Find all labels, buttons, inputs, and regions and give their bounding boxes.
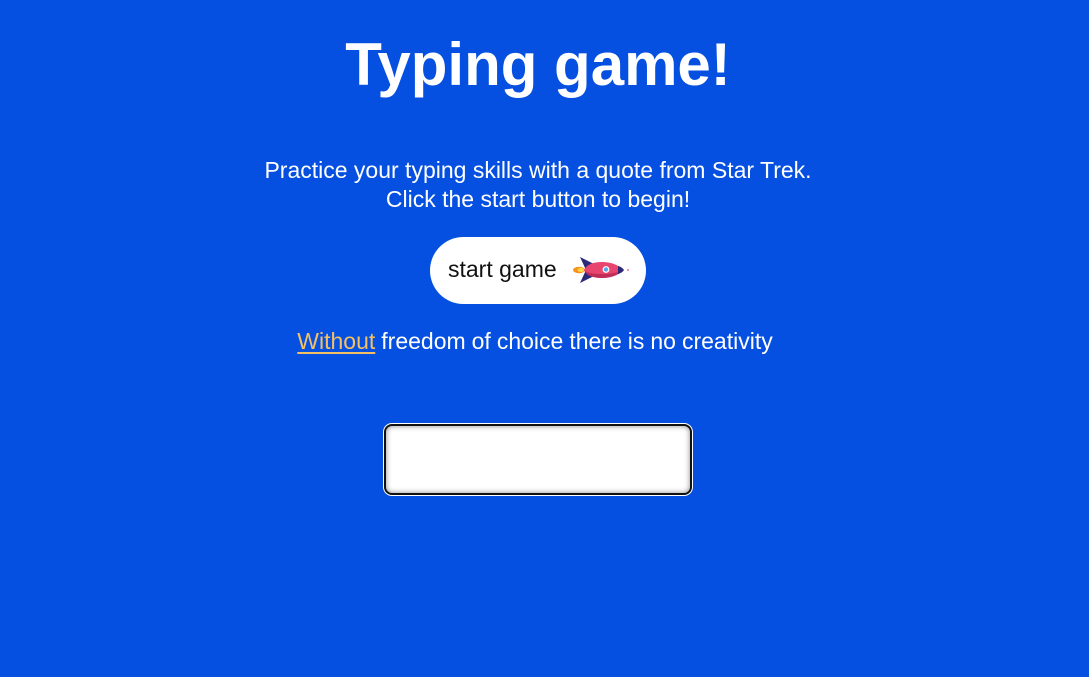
rocket-icon xyxy=(573,257,629,283)
intro-line-1: Practice your typing skills with a quote… xyxy=(264,157,812,183)
quote-word: of xyxy=(471,328,491,354)
quote-word-highlighted: Without xyxy=(297,328,376,354)
quote-word: freedom xyxy=(381,328,466,354)
start-game-label: start game xyxy=(448,256,557,282)
intro-line-2: Click the start button to begin! xyxy=(385,186,691,212)
quote-word: choice xyxy=(496,328,564,354)
quote-word: is xyxy=(627,328,645,354)
quote-word: no xyxy=(650,328,676,354)
typed-value-input[interactable] xyxy=(384,424,692,495)
start-game-button[interactable]: start game xyxy=(430,237,646,304)
quote-text: Without freedom of choice there is no creativit… xyxy=(0,326,1070,356)
quote-word: there xyxy=(569,328,622,354)
page-title: Typing game! xyxy=(345,31,731,98)
intro-text: Practice your typing skills with a quote… xyxy=(0,156,1076,214)
quote-word: creativity xyxy=(681,328,773,354)
